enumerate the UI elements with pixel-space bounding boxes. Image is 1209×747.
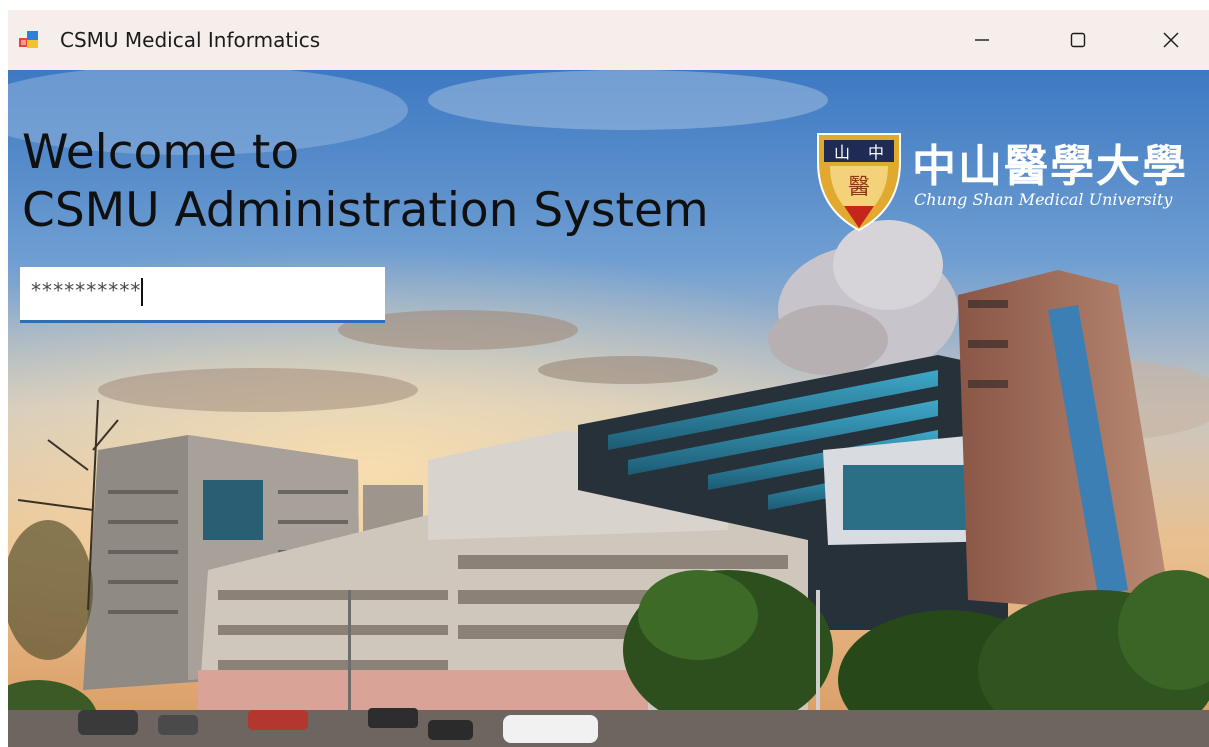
password-input[interactable]: ********** <box>20 267 385 323</box>
emblem-text-zhong: 中 <box>868 143 884 162</box>
title-bar[interactable]: CSMU Medical Informatics <box>8 10 1209 70</box>
password-masked-value: ********** <box>30 278 144 306</box>
welcome-heading: Welcome to CSMU Administration System <box>22 124 709 240</box>
windows-forms-app-icon <box>19 31 38 48</box>
university-english-name: Chung Shan Medical University <box>914 190 1173 209</box>
app-window: CSMU Medical Informatics Welcome to CSMU… <box>8 10 1209 747</box>
close-button[interactable] <box>1141 10 1201 70</box>
maximize-button[interactable] <box>1048 10 1108 70</box>
form-client-area: Welcome to CSMU Administration System **… <box>8 70 1209 747</box>
emblem-text-yi: 醫 <box>848 175 870 200</box>
minimize-icon <box>975 39 989 41</box>
text-caret <box>141 278 144 306</box>
university-emblem-icon: 山 中 醫 <box>817 133 901 232</box>
minimize-button[interactable] <box>952 10 1012 70</box>
university-chinese-name: 中山醫學大學 <box>912 141 1188 192</box>
university-logo: 山 中 醫 中山醫學大學 Chung Shan Medical Universi… <box>814 128 1209 238</box>
welcome-line-1: Welcome to <box>22 125 300 180</box>
close-icon <box>1163 32 1179 48</box>
window-title: CSMU Medical Informatics <box>60 28 321 52</box>
welcome-line-2: CSMU Administration System <box>22 183 709 238</box>
emblem-text-shan: 山 <box>834 143 850 162</box>
maximize-icon <box>1070 32 1086 48</box>
